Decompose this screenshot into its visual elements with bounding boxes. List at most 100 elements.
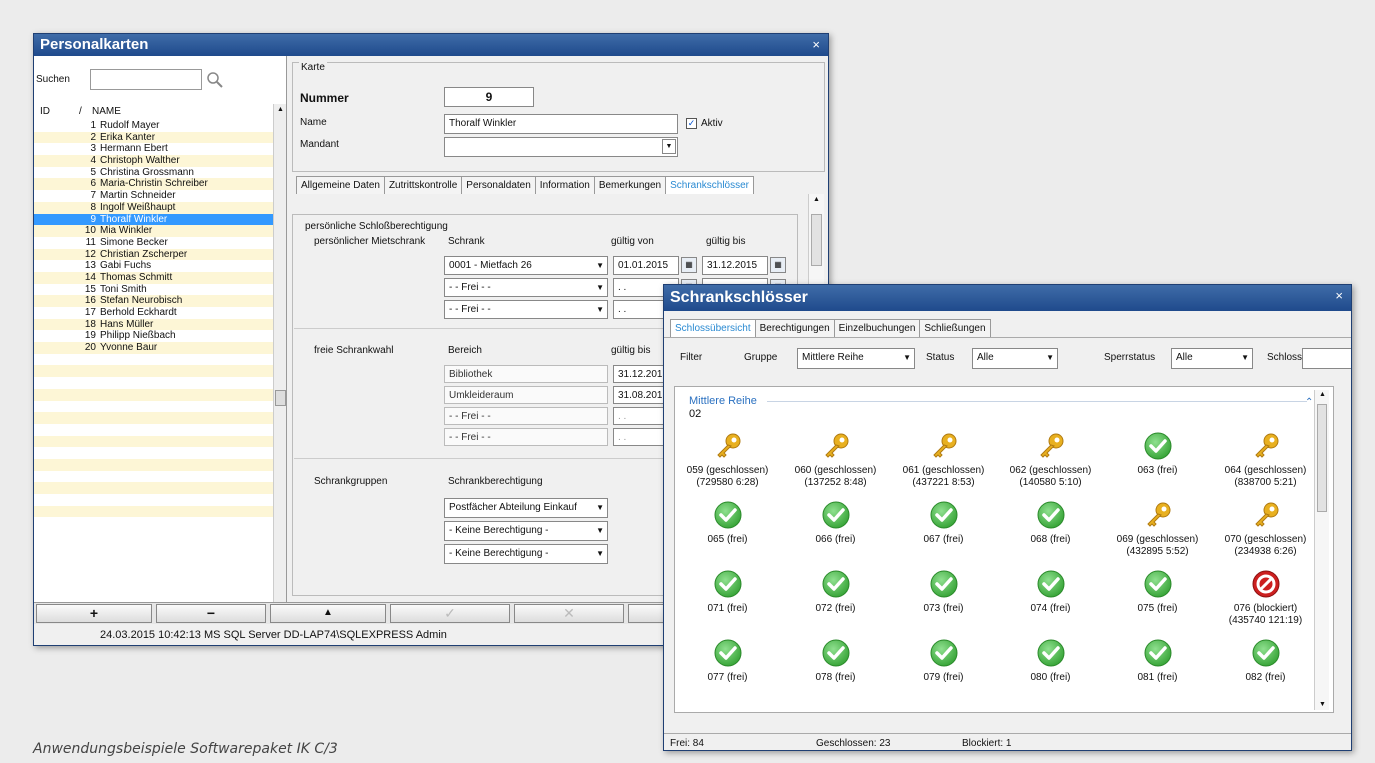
lock-item[interactable]: 070 (geschlossen) (234938 6:26) [1213,500,1318,558]
list-item[interactable]: 13 Gabi Fuchs [34,260,274,272]
list-item[interactable]: 6 Maria-Christin Schreiber [34,178,274,191]
add-button[interactable]: + [36,604,152,623]
tab-schrankschl-sser[interactable]: Schrankschlösser [665,176,755,194]
list-item[interactable]: 11 Simone Becker [34,236,274,249]
lock-scrollbar[interactable]: ▲ ▼ [1314,390,1329,710]
list-item[interactable]: 4 Christoph Walther [34,155,274,167]
lock-item[interactable]: 072 (frei) [783,569,888,615]
lock-item[interactable]: 059 (geschlossen) (729580 6:28) [675,431,780,489]
lock-item[interactable]: 081 (frei) [1105,638,1210,684]
lock-item[interactable]: 082 (frei) [1213,638,1318,684]
lock-item[interactable]: 077 (frei) [675,638,780,684]
lock-item[interactable]: 075 (frei) [1105,569,1210,615]
scroll-thumb[interactable] [811,214,822,266]
lock-item[interactable]: 079 (frei) [891,638,996,684]
lock-item[interactable]: 065 (frei) [675,500,780,546]
list-item[interactable]: 15 Toni Smith [34,283,274,296]
list-item[interactable]: 7 Martin Schneider [34,190,274,202]
search-icon[interactable] [204,69,226,91]
tab-schloss-bersicht[interactable]: Schlossübersicht [670,319,756,337]
chevron-down-icon[interactable]: ▼ [596,526,604,535]
list-item[interactable]: 19 Philipp Nießbach [34,330,274,343]
lock-item[interactable]: 073 (frei) [891,569,996,615]
list-item[interactable]: 2 Erika Kanter [34,131,274,144]
calendar-icon[interactable]: ▦ [681,257,697,273]
chevron-down-icon[interactable]: ▼ [596,503,604,512]
tab-einzelbuchungen[interactable]: Einzelbuchungen [833,319,921,337]
toolbar-button[interactable] [628,604,668,623]
schrankberechtigung-select[interactable]: - Keine Berechtigung - ▼ [444,521,608,541]
gueltig-von-field[interactable]: 01.01.2015 [613,256,679,275]
bereich-field[interactable]: - - Frei - - [444,407,608,425]
scroll-up-icon[interactable]: ▲ [813,196,820,203]
lock-item[interactable]: 062 (geschlossen) (140580 5:10) [998,431,1103,489]
lock-item[interactable]: 074 (frei) [998,569,1103,615]
chevron-down-icon[interactable]: ▼ [662,139,676,154]
lock-item[interactable]: 080 (frei) [998,638,1103,684]
close-icon[interactable]: × [812,37,820,52]
tab-bemerkungen[interactable]: Bemerkungen [593,176,667,194]
list-item[interactable]: 5 Christina Grossmann [34,166,274,179]
cancel-button[interactable]: ✕ [514,604,624,623]
list-item[interactable]: 14 Thomas Schmitt [34,271,274,284]
schrankberechtigung-select[interactable]: - Keine Berechtigung - ▼ [444,544,608,564]
aktiv-checkbox[interactable]: ✓ [686,118,697,129]
chevron-down-icon[interactable]: ▼ [1241,353,1249,362]
lock-item[interactable]: 061 (geschlossen) (437221 8:53) [891,431,996,489]
chevron-down-icon[interactable]: ▼ [596,283,604,292]
bereich-field[interactable]: Bibliothek [444,365,608,383]
lock-item[interactable]: 078 (frei) [783,638,888,684]
status-select[interactable]: Alle ▼ [972,348,1058,369]
gruppe-select[interactable]: Mittlere Reihe ▼ [797,348,915,369]
chevron-down-icon[interactable]: ▼ [1046,353,1054,362]
lock-item[interactable]: 063 (frei) [1105,431,1210,477]
list-item[interactable]: 3 Hermann Ebert [34,143,274,156]
chevron-down-icon[interactable]: ▼ [596,261,604,270]
lock-item[interactable]: 071 (frei) [675,569,780,615]
name-field[interactable]: Thoralf Winkler [444,114,678,134]
nummer-field[interactable]: 9 [444,87,534,107]
tab-zutrittskontrolle[interactable]: Zutrittskontrolle [383,176,463,194]
lock-item[interactable]: 064 (geschlossen) (838700 5:21) [1213,431,1318,489]
list-scrollbar[interactable]: ▲ ▼ [273,104,286,614]
confirm-button[interactable]: ✓ [390,604,510,623]
chevron-down-icon[interactable]: ▼ [596,549,604,558]
list-header[interactable]: ID / NAME [34,104,274,118]
mandant-select[interactable]: ▼ [444,137,678,157]
schloss-input[interactable] [1302,348,1351,369]
schrankberechtigung-select[interactable]: Postfächer Abteilung Einkauf ▼ [444,498,608,518]
list-item[interactable]: 17 Berhold Eckhardt [34,307,274,319]
chevron-down-icon[interactable]: ▼ [903,353,911,362]
schrank-select[interactable]: - - Frei - - ▼ [444,300,608,319]
tab-berechtigungen[interactable]: Berechtigungen [754,319,835,337]
col-id[interactable]: ID [40,106,50,117]
bereich-field[interactable]: - - Frei - - [444,428,608,446]
schrank-select[interactable]: - - Frei - - ▼ [444,278,608,297]
schrank-select[interactable]: 0001 - Mietfach 26 ▼ [444,256,608,275]
scroll-down-icon[interactable]: ▼ [1319,701,1326,708]
scroll-up-icon[interactable]: ▲ [277,106,284,113]
lock-item[interactable]: 076 (blockiert) (435740 121:19) [1213,569,1318,627]
list-item[interactable]: 1 Rudolf Mayer [34,120,274,132]
chevron-down-icon[interactable]: ▼ [596,305,604,314]
col-name[interactable]: NAME [92,106,121,117]
tab-information[interactable]: Information [534,176,595,194]
scroll-thumb[interactable] [1317,404,1327,512]
tab-schlie-ungen[interactable]: Schließungen [919,319,991,337]
scroll-thumb[interactable] [275,390,286,406]
lock-item[interactable]: 066 (frei) [783,500,888,546]
tab-allgemeine-daten[interactable]: Allgemeine Daten [296,176,385,194]
list-item[interactable]: 12 Christian Zscherper [34,248,274,261]
list-item[interactable]: 9 Thoralf Winkler [34,213,274,226]
lock-item[interactable]: 060 (geschlossen) (137252 8:48) [783,431,888,489]
list-item[interactable]: 20 Yvonne Baur [34,342,274,354]
lock-item[interactable]: 068 (frei) [998,500,1103,546]
calendar-icon[interactable]: ▦ [770,257,786,273]
close-icon[interactable]: × [1335,288,1343,303]
sperrstatus-select[interactable]: Alle ▼ [1171,348,1253,369]
list-item[interactable]: 16 Stefan Neurobisch [34,295,274,307]
tab-personaldaten[interactable]: Personaldaten [461,176,536,194]
list-item[interactable]: 10 Mia Winkler [34,225,274,237]
gueltig-bis-field[interactable]: 31.12.2015 [702,256,768,275]
list-item[interactable]: 18 Hans Müller [34,318,274,331]
